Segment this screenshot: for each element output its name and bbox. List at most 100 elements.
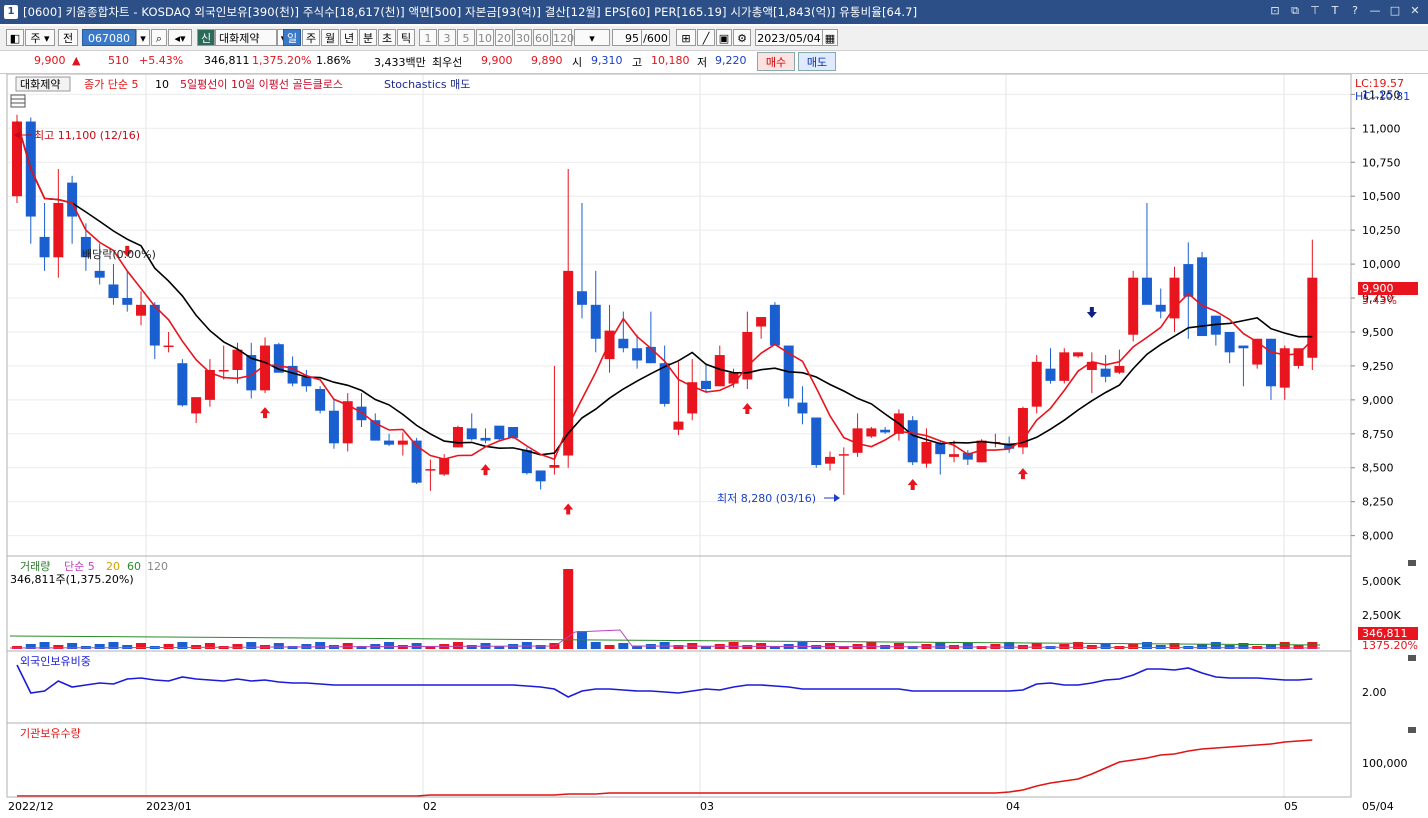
candle-body [907,420,918,463]
calendar-icon[interactable]: ▦ [822,29,838,46]
candle-body [576,291,587,305]
lc-label: LC:19.57 [1355,77,1404,90]
legend-ma10: 10 [155,78,169,91]
code-dropdown-icon[interactable]: ▾ [136,29,150,46]
interval-minute[interactable]: 분 [359,29,377,46]
candle-body [673,421,684,430]
quote-volume-ratio: 1,375.20% [252,54,312,67]
candle-body [921,441,932,464]
foreign-tick: 2.00 [1362,686,1387,699]
window-controls: ⊡ ⧉ ⊤ T ? — □ ✕ [1268,3,1422,19]
up-triangle-icon: ▲ [72,54,81,67]
volume-bar [521,642,532,649]
x-label-05: 05 [1284,800,1298,813]
interval-tick[interactable]: 틱 [397,29,415,46]
gear-icon[interactable]: ⚙ [733,29,751,46]
top-icon[interactable]: ⊤ [1308,3,1322,19]
volume-ma5-label: 단순 5 [64,560,95,573]
interval-year[interactable]: 년 [340,29,358,46]
candle-body [218,369,229,372]
minute-option-60[interactable]: 60 [533,29,551,46]
price-tick-label: 11,000 [1362,122,1401,135]
volume-bar [163,644,174,649]
candle-body [328,410,339,444]
volume-bar [53,645,64,649]
candle-body [480,437,491,441]
restore-icon[interactable]: ⧉ [1288,3,1302,19]
minute-option-120[interactable]: 120 [552,29,574,46]
best-label: 최우선 [432,56,463,69]
interval-second[interactable]: 초 [378,29,396,46]
price-tick-label: 8,000 [1362,530,1394,543]
candle-body [949,454,960,457]
chart-area[interactable]: 11,25011,00010,75010,50010,25010,0009,75… [0,74,1428,818]
candle-body [39,236,50,258]
price-tick-label: 8,750 [1362,428,1394,441]
candle-body [825,456,836,464]
interval-day[interactable]: 일 [283,29,301,46]
open-label: 시 [572,56,583,69]
candle-body [756,317,767,327]
volume-bar [1031,643,1042,649]
candle-body [452,427,463,448]
volume-bar [1128,644,1139,649]
volume-panel-collapse-icon[interactable] [1408,560,1416,566]
table-icon[interactable] [10,94,26,108]
custom-period-select[interactable]: ▾ [574,29,610,46]
close-icon[interactable]: ✕ [1408,3,1422,19]
minute-option-3[interactable]: 3 [438,29,456,46]
prev-button[interactable]: 전 [58,29,78,46]
maximize-icon[interactable]: □ [1388,3,1402,19]
layout-icon[interactable]: ◧ [6,29,24,46]
volume-tick-5000k: 5,000K [1362,575,1401,588]
volume-bar [1059,644,1070,649]
search-icon[interactable]: ⌕ [151,29,167,46]
volume-bar [797,642,808,649]
draw-line-icon[interactable]: ╱ [697,29,715,46]
minute-option-10[interactable]: 10 [476,29,494,46]
help-icon[interactable]: ? [1348,3,1362,19]
save-icon[interactable]: ▣ [716,29,732,46]
quote-price: 9,900 [34,54,66,67]
minute-option-20[interactable]: 20 [495,29,513,46]
pin-icon[interactable]: ⊡ [1268,3,1282,19]
candle-body [149,304,160,346]
code-input[interactable]: 067080 [82,29,136,46]
stock-name[interactable]: 대화제약 [215,29,277,46]
volume-bar [94,644,105,649]
foreign-panel-collapse-icon[interactable] [1408,655,1416,661]
period-select[interactable]: 주 ▾ [25,29,55,46]
minute-option-5[interactable]: 5 [457,29,475,46]
volume-bar [1155,645,1166,649]
minute-option-30[interactable]: 30 [514,29,532,46]
font-icon[interactable]: T [1328,3,1342,19]
candle-body [1238,345,1249,349]
candle-settings-icon[interactable]: ⊞ [676,29,696,46]
candle-body [728,372,739,384]
sell-button[interactable]: 매도 [798,52,836,71]
date-input[interactable]: 2023/05/04 [755,29,823,46]
x-label-2023-01: 2023/01 [146,800,192,813]
candle-body [122,298,133,305]
volume-bar [384,642,395,649]
candle-body [880,429,891,433]
volume-bar [673,645,684,649]
volume-bar [962,643,973,649]
count-input[interactable]: 95 [612,29,642,46]
price-tick-label: 10,250 [1362,224,1401,237]
volume-bar [466,645,477,649]
inst-title: 기관보유수량 [20,727,81,740]
buy-button[interactable]: 매수 [757,52,795,71]
volume-bar [136,643,147,649]
candle-body [494,425,505,440]
minute-option-1[interactable]: 1 [419,29,437,46]
interval-week[interactable]: 주 [302,29,320,46]
interval-month[interactable]: 월 [321,29,339,46]
candle-body [136,304,147,316]
volume-bar [315,642,326,649]
candle-body [521,450,532,474]
inst-tick: 100,000 [1362,757,1408,770]
inst-panel-collapse-icon[interactable] [1408,727,1416,733]
sound-icon[interactable]: ◂▾ [168,29,192,46]
minimize-icon[interactable]: — [1368,3,1382,19]
